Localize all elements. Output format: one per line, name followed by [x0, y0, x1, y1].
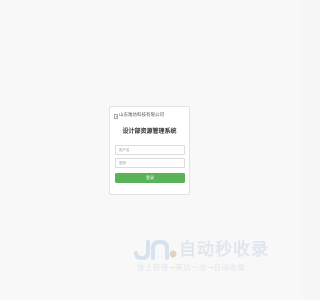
password-input[interactable] [115, 158, 185, 168]
company-logo: 山东潍坊科技有限公司 [114, 113, 164, 119]
watermark: 自动秒收录 放上链接→来访一次→自动收录 [133, 240, 283, 276]
broken-image-icon [114, 113, 118, 119]
login-button[interactable]: 登录 [115, 173, 185, 183]
watermark-subtitle: 放上链接→来访一次→自动收录 [137, 263, 246, 272]
system-title: 设计部资源管理系统 [122, 128, 177, 135]
watermark-title: 自动秒收录 [179, 240, 269, 260]
logo-alt-text: 山东潍坊科技有限公司 [119, 113, 164, 118]
login-page: 山东潍坊科技有限公司 设计部资源管理系统 登录 自动秒收录 放上链接→来访一次→… [0, 0, 300, 300]
watermark-logo-icon [134, 240, 177, 260]
username-input[interactable] [115, 145, 185, 155]
login-card: 山东潍坊科技有限公司 设计部资源管理系统 登录 [109, 106, 190, 195]
